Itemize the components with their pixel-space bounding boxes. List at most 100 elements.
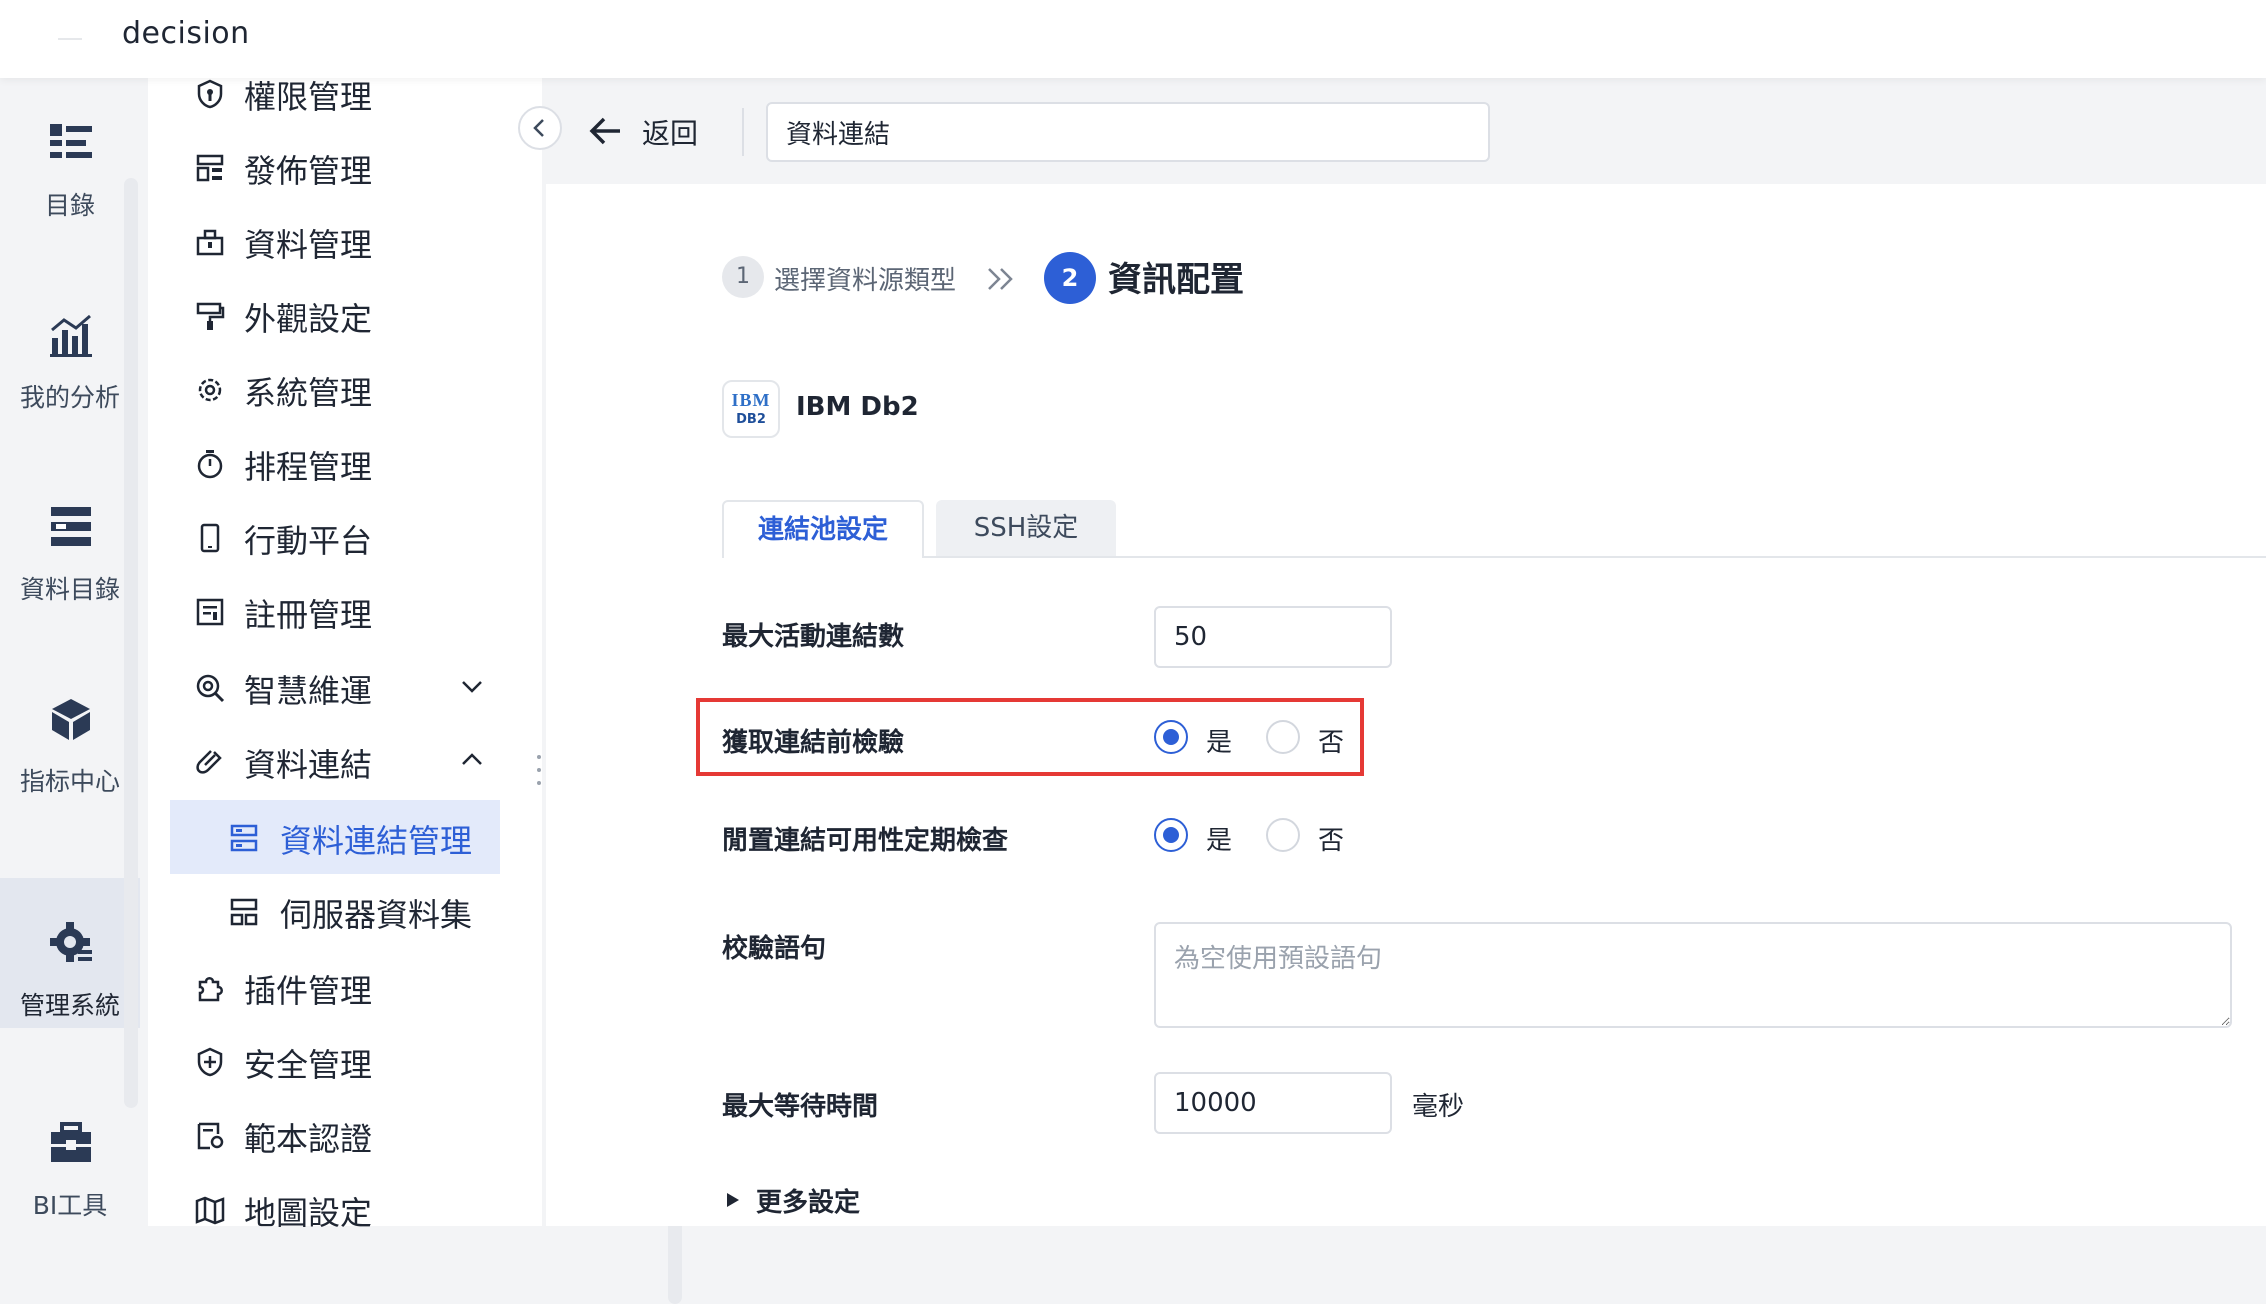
menu-item-data-management[interactable]: 資料管理 bbox=[148, 204, 542, 278]
rail-label: BI工具 bbox=[32, 1191, 108, 1220]
app-title: decision bbox=[122, 16, 250, 51]
chevron-up-icon[interactable] bbox=[458, 746, 486, 774]
test-on-borrow-no-radio[interactable] bbox=[1266, 720, 1300, 754]
radio-label: 否 bbox=[1318, 728, 1345, 758]
collapse-sidebar-button[interactable] bbox=[518, 106, 562, 150]
menu-label: 資料連結 bbox=[244, 746, 373, 784]
template-cert-icon bbox=[197, 1122, 224, 1150]
chevron-left-icon bbox=[533, 119, 544, 137]
menu-item-plugins[interactable]: 插件管理 bbox=[148, 950, 542, 1024]
toolbox-icon bbox=[51, 1122, 91, 1162]
rail-item-admin-system[interactable]: 管理系統 bbox=[0, 878, 140, 1028]
main-panel: 返回 1 選擇資料源類型 2 資訊配置 IBM DB2 IBM Db2 連結池設… bbox=[546, 78, 2266, 1226]
submenu-item-server-dataset[interactable]: 伺服器資料集 bbox=[170, 874, 500, 948]
menu-item-mobile[interactable]: 行動平台 bbox=[148, 500, 542, 574]
test-while-idle-no-radio[interactable] bbox=[1266, 818, 1300, 852]
menu-label: 權限管理 bbox=[244, 78, 373, 116]
menu-item-appearance[interactable]: 外觀設定 bbox=[148, 278, 542, 352]
menu-label: 資料管理 bbox=[244, 226, 373, 264]
validation-query-textarea[interactable] bbox=[1154, 922, 2232, 1028]
submenu-item-connection-management[interactable]: 資料連結管理 bbox=[170, 800, 500, 874]
smart-ops-icon bbox=[196, 674, 225, 703]
menu-item-data-connection[interactable]: 資料連結 bbox=[148, 724, 542, 798]
form-label: 獲取連結前檢驗 bbox=[722, 728, 905, 758]
publish-icon bbox=[196, 154, 224, 182]
tab-ssh[interactable]: SSH設定 bbox=[936, 500, 1116, 556]
menu-label: 資料連結管理 bbox=[280, 822, 473, 860]
rail-item-my-analysis[interactable]: 我的分析 bbox=[0, 270, 140, 420]
radio-label: 是 bbox=[1206, 826, 1233, 856]
form-label: 校驗語句 bbox=[722, 934, 827, 964]
menu-label: 智慧維運 bbox=[244, 672, 373, 710]
rail-label: 指标中心 bbox=[19, 767, 120, 796]
rail-label: 資料目錄 bbox=[19, 575, 120, 604]
menu-item-map-settings[interactable]: 地圖設定 bbox=[148, 1172, 542, 1246]
plugin-icon bbox=[198, 977, 223, 1002]
step-number-active: 2 bbox=[1044, 252, 1096, 304]
analysis-chart-icon bbox=[50, 314, 92, 357]
menu-item-registration[interactable]: 註冊管理 bbox=[148, 574, 542, 648]
rail-scrollbar[interactable] bbox=[124, 178, 138, 1108]
form-label: 閒置連結可用性定期檢查 bbox=[722, 826, 1009, 856]
stopwatch-icon bbox=[197, 450, 223, 479]
page-header: 返回 bbox=[546, 78, 2266, 184]
map-icon bbox=[195, 1196, 225, 1225]
data-catalog-icon bbox=[51, 507, 91, 546]
security-shield-icon bbox=[197, 1047, 223, 1077]
register-icon bbox=[196, 598, 224, 626]
test-on-borrow-yes-radio[interactable] bbox=[1154, 720, 1188, 754]
menu-label: 外觀設定 bbox=[244, 300, 373, 338]
caret-right-icon[interactable] bbox=[724, 1190, 742, 1210]
step-label[interactable]: 選擇資料源類型 bbox=[774, 260, 956, 297]
chevron-down-icon[interactable] bbox=[458, 672, 486, 700]
logo-text: IBM bbox=[731, 390, 771, 410]
step-number: 1 bbox=[722, 256, 764, 298]
menu-item-schedule[interactable]: 排程管理 bbox=[148, 426, 542, 500]
form-label: 最大等待時間 bbox=[722, 1092, 879, 1122]
menu-label: 系統管理 bbox=[244, 374, 373, 412]
max-active-input[interactable] bbox=[1154, 606, 1392, 668]
arrow-left-icon[interactable] bbox=[588, 116, 622, 146]
max-wait-input[interactable] bbox=[1154, 1072, 1392, 1134]
test-while-idle-yes-radio[interactable] bbox=[1154, 818, 1188, 852]
back-button[interactable]: 返回 bbox=[642, 112, 698, 152]
menu-item-security[interactable]: 安全管理 bbox=[148, 1024, 542, 1098]
radio-label: 否 bbox=[1318, 826, 1345, 856]
logo-mark bbox=[58, 38, 82, 40]
database-name: IBM Db2 bbox=[796, 392, 919, 422]
rail-item-bi-tools[interactable]: BI工具 bbox=[0, 1078, 140, 1228]
menu-label: 行動平台 bbox=[244, 522, 373, 560]
tab-connection-pool[interactable]: 連結池設定 bbox=[722, 500, 924, 558]
double-chevron-right-icon bbox=[988, 268, 1013, 290]
header-divider bbox=[742, 108, 744, 156]
settings-icon bbox=[198, 378, 222, 402]
menu-label: 範本認證 bbox=[244, 1120, 373, 1158]
logo-text: DB2 bbox=[736, 412, 766, 427]
rail-item-catalog[interactable]: 目錄 bbox=[0, 78, 140, 228]
server-dataset-icon bbox=[230, 898, 258, 926]
menu-item-publish[interactable]: 發佈管理 bbox=[148, 130, 542, 204]
icon-rail: 目錄 我的分析 資料目錄 指标中心 管理系統 BI工具 bbox=[0, 78, 146, 1226]
menu-label: 安全管理 bbox=[244, 1046, 373, 1084]
rail-label: 管理系統 bbox=[19, 991, 120, 1020]
menu-label: 註冊管理 bbox=[244, 596, 373, 634]
db2-logo: IBM DB2 bbox=[722, 380, 780, 438]
tab-underline bbox=[722, 556, 2266, 558]
rail-item-metrics-center[interactable]: 指标中心 bbox=[0, 654, 140, 804]
connection-name-input[interactable] bbox=[766, 102, 1490, 162]
rail-item-data-catalog[interactable]: 資料目錄 bbox=[0, 462, 140, 612]
menu-item-smart-ops[interactable]: 智慧維運 bbox=[148, 650, 542, 724]
form-label: 最大活動連結數 bbox=[722, 622, 905, 652]
menu-label: 伺服器資料集 bbox=[280, 896, 473, 934]
more-settings-toggle[interactable]: 更多設定 bbox=[756, 1182, 860, 1219]
catalog-icon bbox=[50, 124, 92, 158]
connection-manage-icon bbox=[230, 824, 258, 852]
menu-item-system[interactable]: 系統管理 bbox=[148, 352, 542, 426]
mobile-icon bbox=[200, 523, 220, 553]
permission-shield-icon bbox=[197, 79, 223, 109]
rail-label: 我的分析 bbox=[19, 383, 120, 412]
top-bar: decision bbox=[0, 0, 2266, 78]
rail-label: 目錄 bbox=[44, 191, 95, 220]
step-label-active: 資訊配置 bbox=[1108, 260, 1244, 300]
menu-item-template-cert[interactable]: 範本認證 bbox=[148, 1098, 542, 1172]
